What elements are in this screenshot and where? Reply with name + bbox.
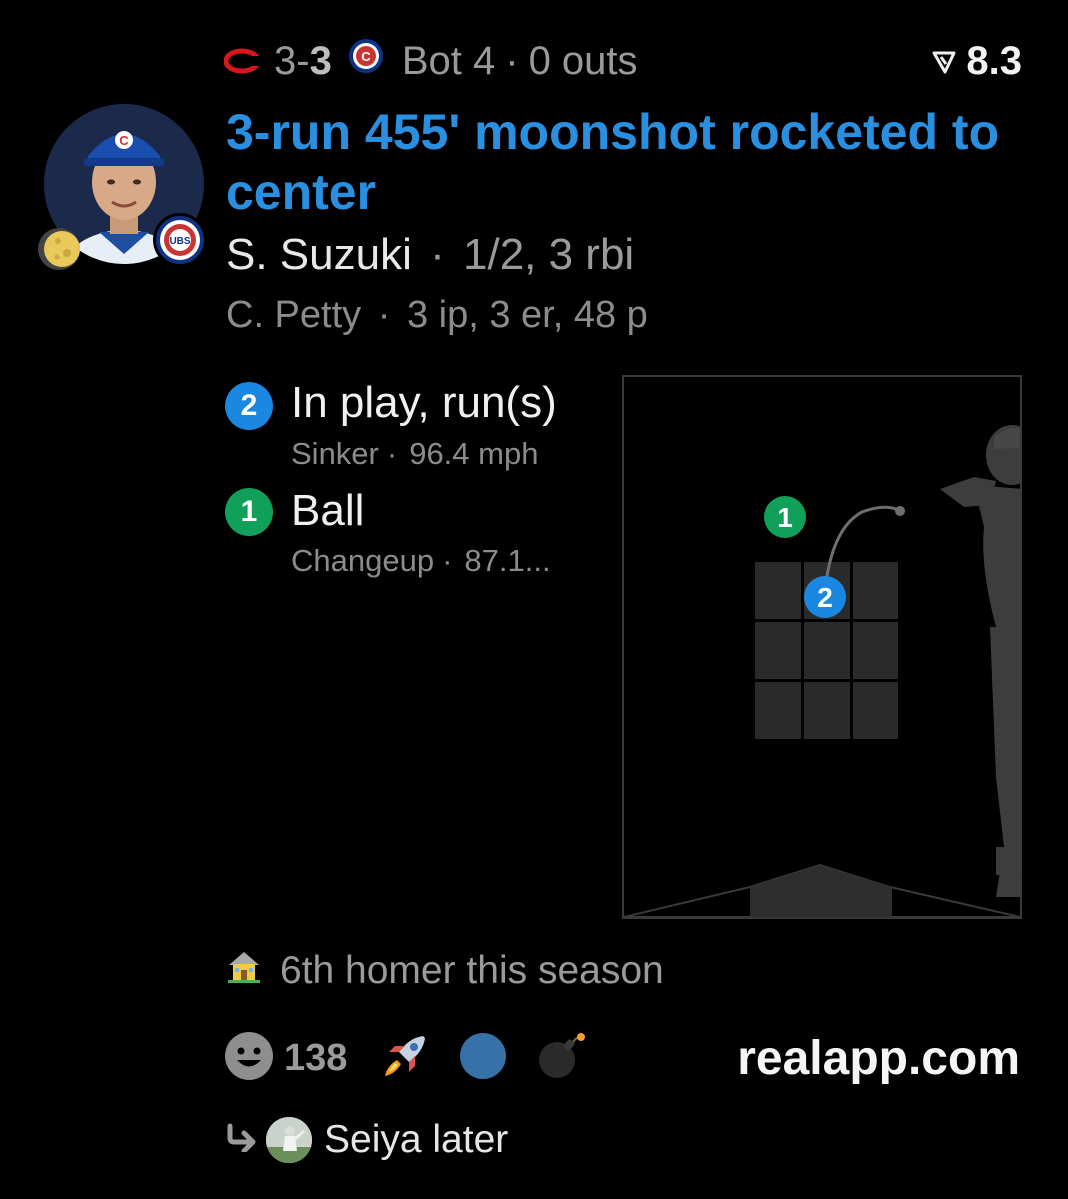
rating-value: 8.3 [966,38,1022,83]
batter-name[interactable]: S. Suzuki [226,230,412,279]
play-rating: 8.3 [932,36,1022,86]
blue-circle-icon[interactable] [459,1032,507,1085]
separator: · [442,543,453,578]
pitcher-line: C. Petty · 3 ip, 3 er, 48 p [226,294,648,337]
pitch-number-badge: 1 [225,488,273,536]
pitch-detail: Changeup · 87.1... [291,543,551,579]
separator: · [430,230,445,279]
reply-text: Seiya later [324,1118,509,1161]
smiley-icon[interactable] [224,1031,274,1086]
pitch-result: Ball [291,486,365,535]
cubs-logo-icon: C [348,38,384,84]
rating-arrow-icon [932,39,966,84]
pitch-marker-label: 1 [777,502,793,533]
rocket-icon[interactable] [379,1030,431,1087]
homer-note: 6th homer this season [226,946,664,996]
score-line: 3-3 C Bot 4 · 0 outs [223,36,638,86]
pitch-marker-1: 1 [764,496,806,538]
away-score: 3 [274,38,297,83]
house-icon [226,949,280,993]
inning-label: Bot 4 [401,38,496,83]
reply-line[interactable]: Seiya later [224,1114,508,1166]
pitch-number-badge: 2 [225,382,273,430]
cubs-badge-icon: UBS [152,212,208,273]
outs-label: 0 outs [528,38,638,83]
pitch-type: Changeup [291,543,435,578]
separator: · [505,38,519,83]
pitcher-name[interactable]: C. Petty [226,294,361,336]
score-dash: - [296,38,310,83]
site-watermark: realapp.com [737,1031,1020,1085]
pitch-marker-2: 2 [804,576,846,618]
home-score: 3 [309,38,332,83]
homer-note-text: 6th homer this season [280,949,664,992]
batter-stats: 1/2, 3 rbi [463,230,635,279]
pitch-type: Sinker [291,436,379,471]
play-headline[interactable]: 3-run 455' moonshot rocketed to center [226,102,1026,222]
pitch-detail: Sinker · 96.4 mph [291,436,538,472]
separator: · [386,436,398,471]
batter-line: S. Suzuki · 1/2, 3 rbi [226,230,634,280]
reaction-count: 138 [284,1036,348,1079]
bomb-icon[interactable] [535,1030,587,1087]
svg-text:C: C [361,49,371,64]
reply-avatar[interactable] [266,1117,312,1163]
moon-icon [36,226,82,277]
pitch-speed: 96.4 mph [409,436,539,471]
strike-zone-panel[interactable]: 1 2 [622,375,1022,919]
reds-logo-icon [223,39,261,84]
reply-arrow-icon [224,1118,258,1162]
batter-silhouette [940,425,1020,897]
svg-text:C: C [119,133,129,148]
pitch-speed: 87.1... [464,543,551,578]
pitcher-stats: 3 ip, 3 er, 48 p [406,294,648,336]
reaction-bar: 138 [224,1030,587,1086]
pitch-marker-label: 2 [817,582,833,613]
svg-text:UBS: UBS [169,236,190,247]
pitch-result: In play, run(s) [291,378,557,427]
separator: · [377,294,391,336]
